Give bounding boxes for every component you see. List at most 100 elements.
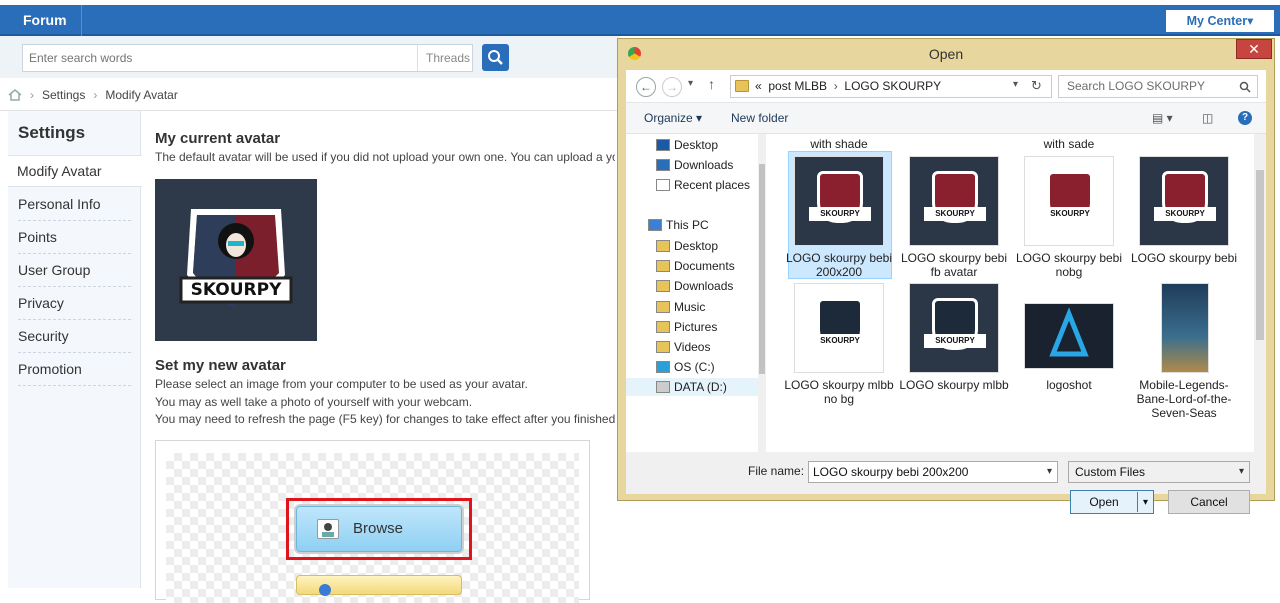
thumb-text: SKOURPY [924, 334, 986, 348]
sidebar-item-promotion[interactable]: Promotion [18, 353, 131, 386]
file-name: LOGO skourpy bebi [1130, 251, 1238, 265]
view-options-icon[interactable]: ▤ ▾ [1152, 103, 1173, 133]
thumb-text: SKOURPY [1039, 207, 1101, 221]
nav-label: DATA (D:) [674, 380, 727, 394]
nav-item-pictures[interactable]: Pictures [656, 318, 717, 336]
home-icon[interactable] [8, 89, 22, 101]
nav-label: Desktop [674, 138, 719, 152]
chevron-right-icon: › [30, 88, 34, 102]
thumb-text: SKOURPY [924, 207, 986, 221]
file-type-select[interactable]: Custom Files ▾ [1068, 461, 1250, 483]
nav-item-videos[interactable]: Videos [656, 338, 710, 356]
breadcrumb-settings[interactable]: Settings [42, 88, 85, 102]
address-bar-row: ← → ▾ ↑ « post MLBB › LOGO SKOURPY ▾ ↻ S… [626, 70, 1266, 103]
desktop-icon [656, 139, 670, 151]
nav-item-recent-places[interactable]: Recent places [656, 176, 750, 194]
path-segment-post-mlbb[interactable]: post MLBB [768, 79, 827, 93]
sidebar-item-personal-info[interactable]: Personal Info [18, 188, 131, 221]
close-button[interactable]: ✕ [1236, 39, 1272, 59]
nav-label: This PC [666, 218, 709, 232]
nav-label: Documents [674, 259, 735, 273]
file-name-input[interactable]: LOGO skourpy bebi 200x200 ▾ [808, 461, 1058, 483]
dialog-search-input[interactable]: Search LOGO SKOURPY [1058, 75, 1258, 98]
current-avatar-description: The default avatar will be used if you d… [155, 150, 615, 164]
preview-pane-icon[interactable]: ◫ [1202, 103, 1213, 133]
chevron-down-icon[interactable]: ▾ [1137, 492, 1153, 512]
browse-button[interactable]: Browse [296, 506, 462, 552]
nav-item-music[interactable]: Music [656, 298, 706, 316]
nav-label: Music [674, 300, 706, 314]
image-thumbnail [1161, 283, 1209, 373]
search-icon [488, 50, 503, 65]
new-avatar-desc-1: Please select an image from your compute… [155, 377, 528, 391]
my-center-button[interactable]: My Center▾ [1166, 10, 1274, 32]
folder-icon [656, 301, 670, 313]
file-grid: with shade with sade SKOURPY LOGO skourp… [766, 134, 1266, 452]
file-scrollbar[interactable] [1254, 134, 1266, 452]
file-name: LOGO skourpy bebi fb avatar [900, 251, 1008, 279]
chevron-down-icon[interactable]: ▾ [688, 78, 693, 89]
nav-label: OS (C:) [674, 360, 715, 374]
nav-item-this-pc[interactable]: This PC [648, 216, 709, 234]
nav-scrollbar[interactable] [758, 134, 766, 452]
sidebar-item-modify-avatar[interactable]: Modify Avatar [8, 155, 142, 187]
nav-item-data-d[interactable]: DATA (D:) [626, 378, 758, 396]
current-avatar-heading: My current avatar [155, 130, 281, 147]
nav-label: Downloads [674, 279, 734, 293]
nav-scrollbar-thumb[interactable] [759, 164, 765, 374]
nav-item-desktop[interactable]: Desktop [656, 237, 718, 255]
sidebar-item-user-group[interactable]: User Group [18, 254, 131, 287]
webcam-button[interactable] [296, 575, 462, 596]
folder-icon [735, 80, 749, 92]
sidebar-item-privacy[interactable]: Privacy [18, 287, 131, 320]
folder-icon [656, 260, 670, 272]
nav-item-downloads-quick[interactable]: Downloads [656, 156, 734, 174]
drive-icon [656, 381, 670, 393]
file-name: LOGO skourpy bebi 200x200 [785, 251, 893, 279]
file-name: Mobile-Legends-Bane-Lord-of-the-Seven-Se… [1136, 378, 1232, 420]
thumb-text: SKOURPY [809, 207, 871, 221]
file-caption-partial: with sade [1043, 137, 1095, 151]
up-arrow-icon[interactable]: ↑ [708, 76, 715, 92]
forum-logo[interactable]: Forum [8, 5, 82, 36]
chevron-down-icon[interactable]: ▾ [1047, 462, 1052, 482]
top-nav-bar: Forum My Center▾ [0, 5, 1280, 36]
back-arrow-icon[interactable]: ← [636, 77, 656, 97]
organize-button[interactable]: Organize ▾ [644, 103, 702, 133]
file-scrollbar-thumb[interactable] [1256, 170, 1264, 340]
browse-label: Browse [353, 520, 404, 537]
nav-label: Downloads [674, 158, 734, 172]
nav-item-os-c[interactable]: OS (C:) [656, 358, 715, 376]
navigation-pane: Desktop Downloads Recent places This PC … [626, 134, 766, 452]
nav-item-downloads[interactable]: Downloads [656, 277, 734, 295]
photo-icon [317, 519, 339, 539]
open-file-dialog: Open ✕ ← → ▾ ↑ « post MLBB › LOGO SKOURP… [617, 38, 1275, 514]
search-scope-select[interactable]: Threads [417, 45, 473, 71]
chevron-down-icon[interactable]: ▾ [1013, 79, 1018, 90]
open-button[interactable]: Open ▾ [1070, 490, 1154, 514]
forward-arrow-icon[interactable]: → [662, 77, 682, 97]
chevron-right-icon: › [93, 88, 98, 102]
nav-item-documents[interactable]: Documents [656, 257, 735, 275]
path-overflow[interactable]: « [755, 79, 762, 93]
search-input[interactable] [29, 45, 409, 71]
path-segment-logo-skourpy[interactable]: LOGO SKOURPY [844, 79, 941, 93]
sidebar-item-security[interactable]: Security [18, 320, 131, 353]
current-avatar-image: SKOURPY [155, 179, 317, 341]
cancel-button[interactable]: Cancel [1168, 490, 1250, 514]
image-thumbnail: SKOURPY [909, 156, 999, 246]
avatar-logo-text: SKOURPY [190, 280, 282, 300]
logoshot-graphic [1049, 307, 1089, 357]
file-name: LOGO skourpy mlbb no bg [784, 378, 894, 406]
sidebar-item-points[interactable]: Points [18, 221, 131, 254]
refresh-icon[interactable]: ↻ [1031, 78, 1042, 94]
new-folder-button[interactable]: New folder [731, 103, 788, 133]
breadcrumb-modify-avatar[interactable]: Modify Avatar [105, 88, 177, 102]
image-thumbnail: SKOURPY [794, 156, 884, 246]
search-button[interactable] [482, 44, 509, 71]
help-icon[interactable]: ? [1238, 111, 1252, 125]
nav-item-desktop-quick[interactable]: Desktop [656, 136, 719, 154]
image-thumbnail: SKOURPY [909, 283, 999, 373]
dialog-body: ← → ▾ ↑ « post MLBB › LOGO SKOURPY ▾ ↻ S… [626, 70, 1266, 514]
address-bar[interactable]: « post MLBB › LOGO SKOURPY ▾ ↻ [730, 75, 1052, 98]
